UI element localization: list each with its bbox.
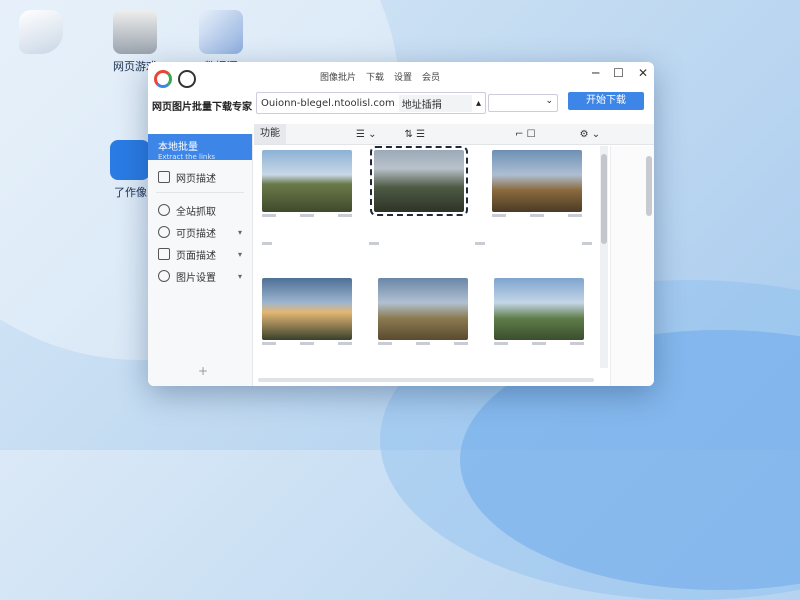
url-input[interactable]: Ouionn-blegel.ntoolisl.com 地址插捐 ▴ — [256, 92, 486, 114]
menu-item[interactable]: 会员 — [422, 70, 440, 83]
folder-icon — [19, 10, 63, 54]
start-download-button[interactable]: 开始下载 — [568, 92, 644, 110]
menu-item[interactable]: 图像批片 — [320, 70, 356, 83]
chevron-down-icon: ▾ — [237, 249, 242, 259]
sidebar-item-page[interactable]: 可页描述 ▾ — [148, 221, 252, 243]
image-thumbnail[interactable] — [492, 150, 582, 222]
list-icon[interactable]: ☰ ⌄ — [356, 129, 377, 140]
gear-icon — [158, 270, 170, 282]
sort-icon[interactable]: ⇅ ☰ — [405, 129, 426, 140]
desktop-icon-4[interactable]: 了作像 — [82, 140, 152, 200]
user-icon — [158, 226, 170, 238]
menu-item[interactable]: 设置 — [394, 70, 412, 83]
sidebar-item-sub: Extract the links — [158, 153, 216, 161]
sidebar-item-label: 页面描述 — [176, 250, 216, 262]
sidebar-item-label: 网页描述 — [176, 173, 216, 185]
settings-icon[interactable]: ⚙ ⌄ — [580, 129, 601, 140]
window-controls: ─ ☐ ✕ — [592, 66, 648, 80]
app-icon — [110, 140, 150, 180]
crop-icon[interactable]: ⌐ ☐ — [515, 129, 536, 140]
sidebar-item-label: 可页描述 — [176, 228, 216, 240]
close-icon[interactable]: ✕ — [638, 66, 648, 80]
horizontal-scrollbar[interactable] — [258, 378, 594, 382]
sidebar-item-local-batch[interactable]: 本地批量 Extract the links — [148, 134, 252, 161]
sidebar: 本地批量 Extract the links 网页描述 全站抓取 可页描述 ▾ … — [148, 134, 253, 386]
add-icon[interactable]: + — [198, 364, 208, 378]
desktop-icon-label: 了作像 — [114, 186, 147, 199]
dropdown-icon[interactable]: ▴ — [472, 98, 485, 109]
chevron-down-icon: ▾ — [237, 271, 242, 281]
app-logo-icon — [154, 70, 172, 88]
image-thumbnail[interactable] — [262, 150, 352, 222]
panel-scrollbar[interactable] — [646, 156, 652, 216]
menu-item[interactable]: 下载 — [366, 70, 384, 83]
address-field[interactable]: 地址插捐 — [398, 94, 472, 112]
image-thumbnail-selected[interactable] — [370, 146, 468, 216]
sidebar-item-site[interactable]: 全站抓取 — [148, 199, 252, 221]
url-value: Ouionn-blegel.ntoolisl.com — [261, 97, 395, 109]
sidebar-item-label: 全站抓取 — [176, 206, 216, 218]
image-thumbnail[interactable] — [378, 278, 468, 350]
landscape-image — [370, 146, 468, 216]
menu-bar: 图像批片 下载 设置 会员 — [320, 70, 440, 83]
image-thumbnail[interactable] — [262, 278, 352, 350]
maximize-icon[interactable]: ☐ — [613, 66, 624, 80]
app-window: 图像批片 下载 设置 会员 ─ ☐ ✕ 网页图片批量下载专家 Ouionn-bl… — [148, 62, 654, 386]
sidebar-item-label: 本地批量 — [158, 142, 198, 153]
tiles-icon — [199, 10, 243, 54]
landscape-image — [494, 278, 584, 340]
sidebar-item-web[interactable]: 网页描述 — [148, 166, 252, 188]
chat-icon[interactable] — [178, 70, 196, 88]
chevron-down-icon: ▾ — [237, 227, 242, 237]
toolbar: 功能 ☰ ⌄ ⇅ ☰ ⌐ ☐ ⚙ ⌄ — [254, 124, 654, 145]
minimize-icon[interactable]: ─ — [592, 66, 599, 80]
window-icon — [158, 171, 170, 183]
vertical-scrollbar[interactable] — [600, 146, 608, 368]
sidebar-item-label: 图片设置 — [176, 272, 216, 284]
box-icon — [113, 10, 157, 54]
landscape-image — [262, 150, 352, 212]
sidebar-item-image-settings[interactable]: 图片设置 ▾ — [148, 265, 252, 287]
landscape-image — [492, 150, 582, 212]
app-title: 网页图片批量下载专家 — [152, 102, 252, 113]
image-grid — [254, 146, 600, 374]
chevron-down-icon: ⌄ — [545, 96, 553, 106]
globe-icon — [158, 204, 170, 216]
right-panel — [610, 146, 654, 386]
option-select[interactable]: ⌄ — [488, 94, 558, 112]
caption-row — [262, 242, 592, 248]
desktop-icon-1[interactable] — [6, 10, 76, 58]
toolbar-label: 功能 — [254, 124, 286, 144]
document-icon — [158, 248, 170, 260]
sidebar-item-description[interactable]: 页面描述 ▾ — [148, 243, 252, 265]
landscape-image — [262, 278, 352, 340]
landscape-image — [378, 278, 468, 340]
image-thumbnail[interactable] — [494, 278, 584, 350]
title-bar: 图像批片 下载 设置 会员 ─ ☐ ✕ — [148, 62, 654, 92]
